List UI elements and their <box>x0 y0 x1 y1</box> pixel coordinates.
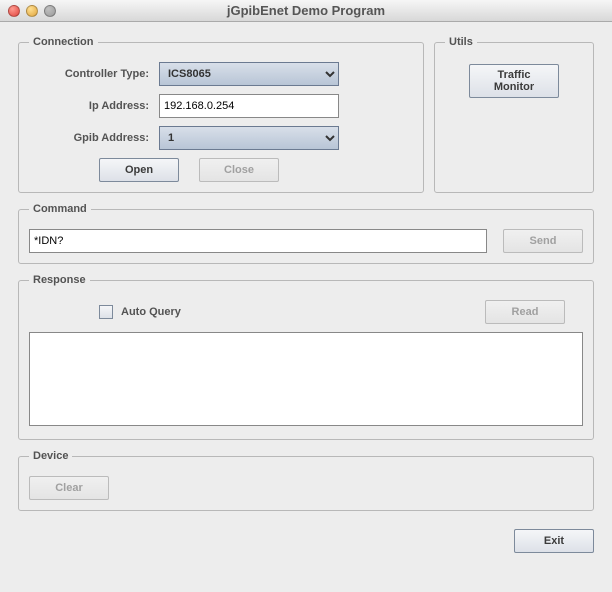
read-button[interactable]: Read <box>485 300 565 324</box>
traffic-monitor-button[interactable]: Traffic Monitor <box>469 64 559 98</box>
connection-group: Connection Controller Type: ICS8065 Ip A… <box>18 36 424 193</box>
device-group: Device Clear <box>18 450 594 511</box>
command-input[interactable] <box>29 229 487 253</box>
traffic-monitor-line1: Traffic <box>497 69 530 81</box>
controller-type-label: Controller Type: <box>29 68 159 80</box>
connection-legend: Connection <box>29 36 98 48</box>
ip-address-input[interactable] <box>159 94 339 118</box>
auto-query-label: Auto Query <box>121 306 181 318</box>
ip-address-label: Ip Address: <box>29 100 159 112</box>
exit-button[interactable]: Exit <box>514 529 594 553</box>
clear-button[interactable]: Clear <box>29 476 109 500</box>
utils-legend: Utils <box>445 36 477 48</box>
open-button[interactable]: Open <box>99 158 179 182</box>
command-legend: Command <box>29 203 91 215</box>
auto-query-checkbox[interactable] <box>99 305 113 319</box>
controller-type-select[interactable]: ICS8065 <box>159 62 339 86</box>
utils-group: Utils Traffic Monitor <box>434 36 594 193</box>
close-icon[interactable] <box>8 5 20 17</box>
titlebar: jGpibEnet Demo Program <box>0 0 612 22</box>
command-group: Command Send <box>18 203 594 264</box>
close-button[interactable]: Close <box>199 158 279 182</box>
send-button[interactable]: Send <box>503 229 583 253</box>
gpib-address-select[interactable]: 1 <box>159 126 339 150</box>
response-textarea[interactable] <box>29 332 583 426</box>
window-title: jGpibEnet Demo Program <box>0 3 612 18</box>
response-group: Response Auto Query Read <box>18 274 594 440</box>
device-legend: Device <box>29 450 72 462</box>
gpib-address-label: Gpib Address: <box>29 132 159 144</box>
traffic-monitor-line2: Monitor <box>494 81 534 93</box>
zoom-icon[interactable] <box>44 5 56 17</box>
minimize-icon[interactable] <box>26 5 38 17</box>
response-legend: Response <box>29 274 90 286</box>
